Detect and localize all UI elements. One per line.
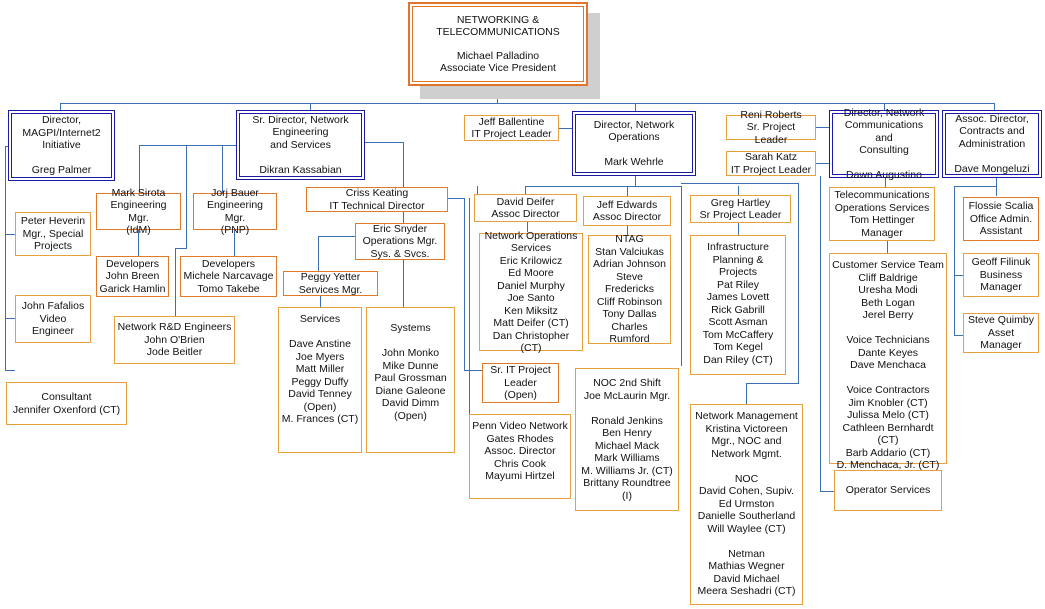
connector (320, 296, 321, 307)
connector (318, 236, 319, 271)
connector (365, 142, 403, 143)
root-title: NETWORKING & TELECOMMUNICATIONS (436, 13, 560, 39)
connector (186, 145, 187, 248)
connector (798, 183, 799, 383)
director-operations: Director, Network Operations Mark Wehrle (572, 111, 696, 176)
connector (681, 183, 798, 184)
box-network-rnd: Network R&D Engineers John O'Brien Jode … (114, 316, 235, 364)
connector (5, 318, 15, 319)
connector (746, 383, 799, 384)
connector (318, 236, 356, 237)
connector (175, 248, 176, 318)
connector (681, 186, 682, 366)
connector (403, 260, 404, 307)
connector (635, 103, 636, 111)
connector (5, 146, 6, 370)
connector (746, 383, 747, 404)
box-peter-heverin: Peter Heverin Mgr., Special Projects (15, 212, 91, 256)
connector (175, 248, 187, 249)
connector (525, 186, 526, 194)
box-ntag: NTAG Stan Valciukas Adrian Johnson Steve… (588, 233, 671, 345)
root-box: NETWORKING & TELECOMMUNICATIONS Michael … (408, 2, 588, 86)
connector (887, 241, 888, 253)
box-jorj-bauer: Jorj Bauer Engineering Mgr. (PNP) (193, 187, 277, 236)
box-telecom-ops: Telecommunications Operations Services T… (829, 187, 935, 241)
connector (627, 186, 628, 196)
connector (477, 186, 478, 194)
connector (996, 178, 997, 196)
connector (994, 103, 995, 110)
connector (448, 198, 464, 199)
box-developers-idm: Developers John Breen Garick Hamlin (96, 256, 169, 297)
connector (816, 163, 830, 164)
box-services: Services Dave Anstine Joe Myers Matt Mil… (278, 307, 362, 453)
connector (820, 176, 821, 491)
box-david-deifer: David Deifer Assoc Director (474, 194, 577, 222)
connector (954, 186, 955, 336)
box-reni-roberts: Reni Roberts Sr. Project Leader (726, 109, 816, 146)
box-john-fafalios: John Fafalios Video Engineer (15, 295, 91, 343)
connector (820, 491, 835, 492)
connector (954, 186, 996, 187)
box-noc-2nd-shift: NOC 2nd Shift Joe McLaurin Mgr. Ronald J… (575, 368, 679, 511)
box-infrastructure: Infrastructure Planning & Projects Pat R… (690, 235, 786, 375)
root-name: Michael Palladino (456, 49, 540, 62)
connector (469, 198, 470, 450)
connector (403, 142, 404, 188)
box-operator-services: Operator Services (834, 470, 942, 511)
box-criss-keating: Criss Keating IT Technical Director (306, 187, 448, 212)
box-network-management: Network Management Kristina Victoreen Mg… (690, 404, 803, 605)
box-systems: Systems John Monko Mike Dunne Paul Gross… (366, 307, 455, 453)
connector (464, 370, 482, 371)
connector (525, 186, 681, 187)
connector (559, 128, 573, 129)
connector (60, 103, 61, 110)
box-customer-service: Customer Service Team Cliff Baldrige Ure… (829, 253, 947, 471)
box-jeff-ballentine: Jeff Ballentine IT Project Leader (464, 115, 559, 141)
connector (5, 234, 15, 235)
connector (816, 127, 830, 128)
box-geoff-filinuk: Geoff Filinuk Business Manager (963, 253, 1039, 297)
box-penn-video: Penn Video Network Gates Rhodes Assoc. D… (469, 414, 571, 499)
root-role: Associate Vice President (440, 62, 556, 74)
connector (5, 370, 15, 371)
box-sr-it-leader: Sr. IT Project Leader (Open) (482, 363, 559, 403)
box-jeff-edwards: Jeff Edwards Assoc Director (583, 196, 671, 226)
box-flossie-scalia: Flossie Scalia Office Admin. Assistant (963, 197, 1039, 241)
connector (60, 103, 994, 104)
box-mark-sirota: Mark Sirota Engineering Mgr. (IdM) (96, 187, 181, 236)
connector (464, 198, 465, 370)
connector (310, 103, 311, 110)
director-engineering: Sr. Director, Network Engineering and Se… (236, 110, 365, 180)
connector (635, 176, 636, 186)
box-consultant: Consultant Jennifer Oxenford (CT) (6, 382, 127, 425)
connector (738, 223, 739, 235)
director-communications: Director, Network Communications and Con… (829, 107, 939, 181)
box-eric-snyder: Eric Snyder Operations Mgr. Sys. & Svcs. (355, 223, 445, 260)
director-contracts: Assoc. Director, Contracts and Administr… (942, 110, 1042, 178)
director-magpi: Director, MAGPI/Internet2 Initiative Gre… (8, 110, 115, 181)
box-sarah-katz: Sarah Katz IT Project Leader (726, 151, 816, 176)
box-network-operations-services: Network Operations Services Eric Krilowi… (479, 230, 583, 354)
box-steve-quimby: Steve Quimby Asset Manager (963, 313, 1039, 353)
box-peggy-yetter: Peggy Yetter Services Mgr. (283, 271, 378, 296)
connector (738, 186, 739, 195)
box-greg-hartley: Greg Hartley Sr Project Leader (690, 195, 791, 223)
box-developers-pnp: Developers Michele Narcavage Tomo Takebe (180, 256, 277, 297)
